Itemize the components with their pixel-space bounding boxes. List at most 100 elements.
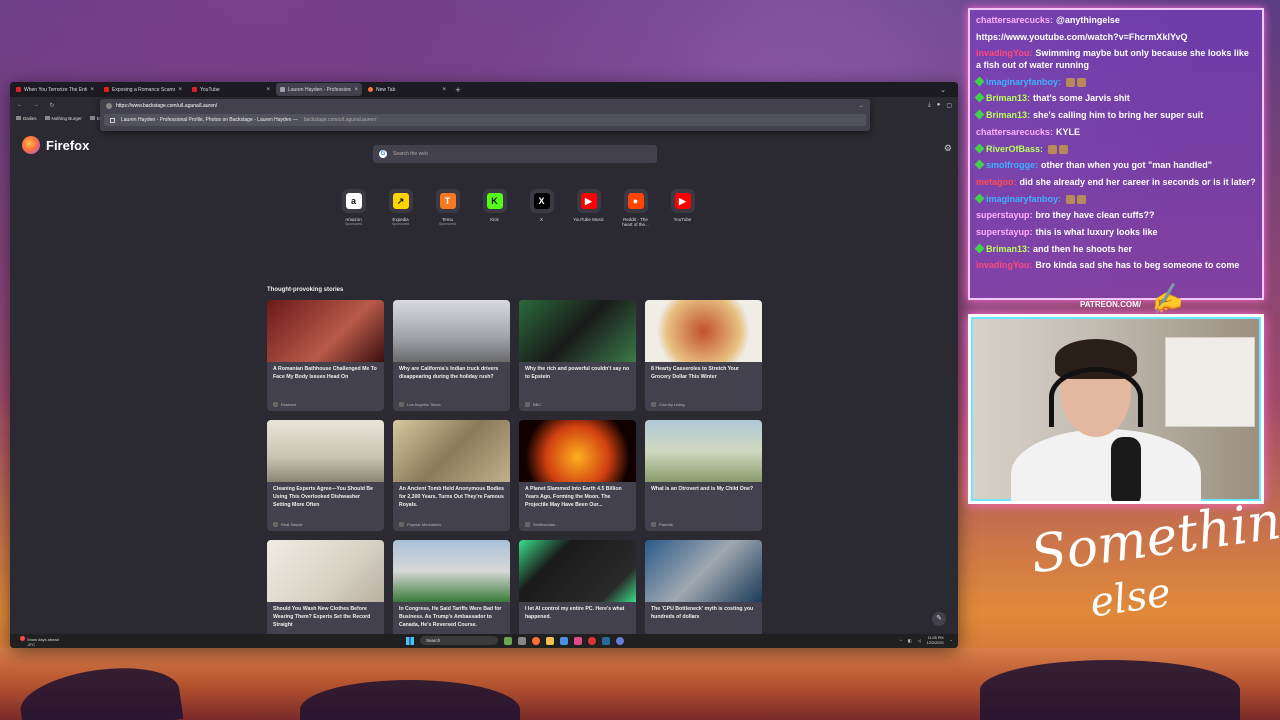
bookmark-item[interactable]: B <box>89 116 100 121</box>
browser-tab[interactable]: New Tab × <box>364 83 450 96</box>
story-card[interactable]: What is an Otrovert and is My Child One?… <box>645 420 762 531</box>
source-icon <box>273 402 278 407</box>
top-site[interactable]: K Kick <box>478 189 511 228</box>
page-icon <box>280 87 285 92</box>
top-site[interactable]: ● Reddit - The heart of the... <box>619 189 652 228</box>
volume-icon[interactable]: ◁ <box>918 638 921 643</box>
close-icon[interactable]: × <box>90 87 94 93</box>
bookmark-item[interactable]: Nothing Burger <box>44 116 82 121</box>
toolbar-right: ⤓ ● ▢ <box>928 102 952 109</box>
story-card[interactable]: Why the rich and powerful couldn't say n… <box>519 300 636 411</box>
firefox-taskbar-icon[interactable] <box>532 636 540 645</box>
extensions-icon[interactable]: ▢ <box>946 102 952 109</box>
story-card[interactable]: In Congress, He Said Tariffs Were Bad fo… <box>393 540 510 648</box>
customize-icon[interactable]: ⚙ <box>944 143 952 154</box>
chat-text: https://www.youtube.com/watch?v=FhcrmXkl… <box>976 31 1188 42</box>
top-site-tile[interactable]: X <box>529 189 554 213</box>
url-input[interactable]: https://www.backstage.com/u/Laguna/Laure… <box>116 103 854 109</box>
story-title: In Congress, He Said Tariffs Were Bad fo… <box>399 606 502 628</box>
top-site-tile[interactable]: ▶ <box>670 189 695 213</box>
story-image <box>519 540 636 602</box>
site-logo-icon: K <box>486 193 503 209</box>
top-site[interactable]: XX <box>525 189 558 228</box>
browser-tab[interactable]: YouTube × <box>188 83 274 96</box>
app-icon[interactable] <box>574 636 582 645</box>
list-tabs-icon[interactable]: ⌄ <box>940 86 946 94</box>
browser-tab[interactable]: Lauren Hayden - Professiona × <box>276 83 362 96</box>
chat-message: Briman13: she's calling him to bring her … <box>974 109 1256 122</box>
story-card[interactable]: Cleaning Experts Agree—You Should Be Usi… <box>267 420 384 531</box>
emote-icon <box>1066 194 1076 204</box>
sponsored-label: Sponsored <box>439 222 456 227</box>
chat-message: RiverOfBass: <box>974 143 1256 156</box>
close-icon[interactable]: × <box>442 87 446 93</box>
story-card[interactable]: A Planet Slammed Into Earth 4.5 Billion … <box>519 420 636 531</box>
url-bar[interactable]: https://www.backstage.com/u/Laguna/Laure… <box>100 99 870 131</box>
widgets-icon[interactable] <box>504 636 512 645</box>
sub-badge-icon <box>974 76 985 87</box>
browser-tab[interactable]: When You Terrorize The Entire × <box>12 83 98 96</box>
sub-badge-icon <box>974 193 985 204</box>
reload-icon[interactable]: ↻ <box>48 102 56 109</box>
discord-icon[interactable] <box>616 636 624 645</box>
source-name: Smithsonian... <box>533 522 559 527</box>
app-icon[interactable] <box>560 636 568 645</box>
emote-icon <box>1048 144 1058 154</box>
close-icon[interactable]: × <box>266 87 270 93</box>
edit-pencil-icon[interactable]: ✎ <box>932 612 946 626</box>
palm-silhouette <box>980 660 1240 720</box>
chat-username: chattersarecucks: <box>976 126 1054 137</box>
top-site[interactable]: ↗ Expedia Sponsored <box>384 189 417 228</box>
taskbar-search[interactable]: Search <box>420 636 498 645</box>
top-site-tile[interactable]: ● <box>623 189 648 213</box>
weather-widget[interactable]: Snow days ahead -8°C <box>20 636 59 648</box>
close-icon[interactable]: × <box>178 87 182 93</box>
url-suggestion[interactable]: Lauren Hayden - Professional Profile, Ph… <box>104 114 866 126</box>
top-site[interactable]: ▶ YouTube Music <box>572 189 605 228</box>
downloads-icon[interactable]: ⤓ <box>928 102 931 109</box>
story-card[interactable]: An Ancient Tomb Held Anonymous Bodies fo… <box>393 420 510 531</box>
search-input[interactable]: G Search the web <box>373 145 657 163</box>
top-site-tile[interactable]: a <box>341 189 366 213</box>
story-card[interactable]: I let AI control my entire PC. Here's wh… <box>519 540 636 648</box>
task-view-icon[interactable] <box>518 636 526 645</box>
account-icon[interactable]: ● <box>937 102 941 109</box>
bookmark-item[interactable]: Dailies <box>16 116 37 121</box>
browser-tab[interactable]: Exposing a Romance Scammer × <box>100 83 186 96</box>
chat-text: this is what luxury looks like <box>1035 226 1158 237</box>
site-info-icon[interactable] <box>106 102 112 109</box>
top-site[interactable]: T Temu Sponsored <box>431 189 464 228</box>
top-site[interactable]: ▶ YouTube <box>666 189 699 228</box>
story-source: Parents <box>651 522 673 527</box>
story-card[interactable]: Why are California's Indian truck driver… <box>393 300 510 411</box>
story-card[interactable]: 8 Hearty Casseroles to Stretch Your Groc… <box>645 300 762 411</box>
network-icon[interactable]: ◧ <box>908 638 912 643</box>
go-arrow-icon[interactable]: → <box>858 103 864 109</box>
top-site-tile[interactable]: ▶ <box>576 189 601 213</box>
file-explorer-icon[interactable] <box>546 636 554 645</box>
top-site-tile[interactable]: K <box>482 189 507 213</box>
top-site[interactable]: a Amazon Sponsored <box>337 189 370 228</box>
chat-username: smolfrogge: <box>986 160 1039 171</box>
story-card[interactable]: A Romanian Bathhouse Challenged Me To Fa… <box>267 300 384 411</box>
story-title: What is an Otrovert and is My Child One? <box>651 486 754 492</box>
emote-icon <box>1077 77 1087 87</box>
close-icon[interactable]: × <box>354 87 358 93</box>
clock[interactable]: 11:05 PM 12/2/2025 <box>927 636 944 645</box>
steam-icon[interactable] <box>602 636 610 645</box>
app-icon[interactable] <box>588 636 596 645</box>
site-logo-icon: a <box>345 193 362 209</box>
top-site-tile[interactable]: T <box>435 189 460 213</box>
notifications-icon[interactable]: ◔ <box>950 638 952 643</box>
story-card[interactable]: Should You Wash New Clothes Before Weari… <box>267 540 384 648</box>
new-tab-button[interactable]: + <box>452 85 464 95</box>
forward-icon[interactable]: → <box>32 102 40 108</box>
story-card[interactable]: The 'CPU Bottleneck' myth is costing you… <box>645 540 762 648</box>
site-logo-icon: ▶ <box>674 193 691 209</box>
tray-chevron-icon[interactable]: ^ <box>900 638 902 643</box>
windows-start-icon[interactable] <box>406 636 414 645</box>
system-tray: ^ ◧ ◁ 11:05 PM 12/2/2025 ◔ <box>900 636 952 645</box>
top-site-tile[interactable]: ↗ <box>388 189 413 213</box>
tab-title: New Tab <box>376 86 396 93</box>
back-icon[interactable]: ← <box>16 102 24 108</box>
